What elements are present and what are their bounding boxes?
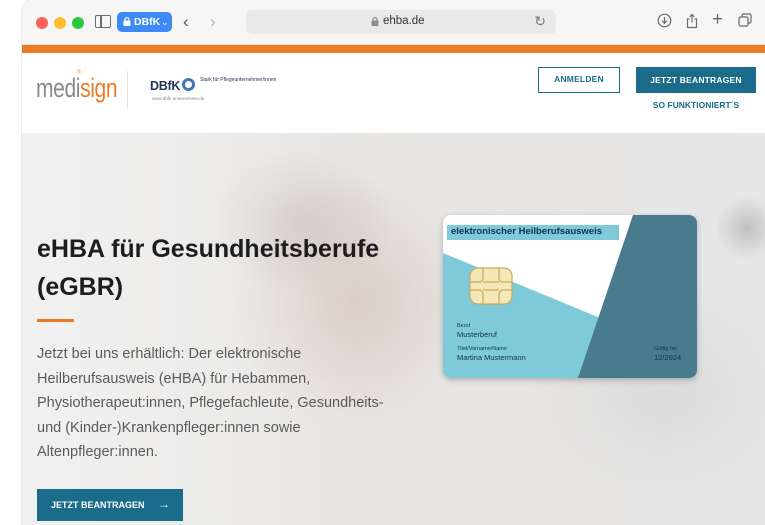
card-name-label: Titel/Vorname/Name [457, 346, 507, 352]
medisign-logo[interactable]: medisign ® [36, 70, 118, 103]
browser-window: DBfK ⌄ ‹ › ehba.de ↻ + medisign ® DBfK S… [22, 0, 765, 525]
ehba-card-image: elektronischer Heilberufsausweis Beruf M… [443, 215, 697, 378]
tab-group-label: DBfK [134, 16, 161, 28]
hero-apply-label: JETZT BEANTRAGEN [51, 500, 145, 510]
share-icon[interactable] [685, 13, 699, 32]
apply-now-button[interactable]: JETZT BEANTRAGEN [636, 67, 756, 93]
tab-group-button[interactable]: DBfK ⌄ [117, 12, 172, 32]
arrow-right-icon: → [158, 497, 170, 511]
zoom-window-button[interactable] [72, 17, 84, 29]
accent-bar [22, 45, 765, 53]
card-header-band: elektronischer Heilberufsausweis [447, 225, 619, 240]
logo-text-medi: medi [36, 73, 81, 103]
hero-apply-button[interactable]: JETZT BEANTRAGEN → [37, 489, 183, 521]
reload-icon[interactable]: ↻ [534, 13, 546, 30]
logo-registered-mark: ® [77, 70, 81, 76]
card-occupation-label: Beruf [457, 323, 471, 329]
dbfk-tagline: Stark für Pflegeunternehmer/innen [200, 77, 277, 83]
address-bar[interactable]: ehba.de ↻ [246, 10, 556, 34]
card-occupation-value: Musterberuf [457, 330, 498, 339]
tab-overview-icon[interactable] [738, 13, 752, 30]
hero-title-underline [37, 319, 74, 322]
dbfk-url: www.dbfk-unternehmer.de [152, 96, 205, 101]
minimize-window-button[interactable] [54, 17, 66, 29]
card-name-value: Martina Mustermann [457, 353, 526, 362]
hero-section: eHBA für Gesundheitsberufe (eGBR) Jetzt … [22, 133, 765, 525]
chevron-down-icon: ⌄ [161, 17, 169, 27]
url-text: ehba.de [383, 15, 425, 27]
card-header-text: elektronischer Heilberufsausweis [451, 226, 603, 237]
download-icon[interactable] [657, 13, 672, 31]
browser-toolbar: DBfK ⌄ ‹ › ehba.de ↻ + [22, 0, 765, 45]
logo-text-sign: sign [80, 73, 118, 103]
dbfk-ring-icon [182, 78, 195, 91]
card-valid-value: 12/2024 [654, 353, 682, 362]
new-tab-icon[interactable]: + [712, 10, 723, 29]
how-it-works-link[interactable]: SO FUNKTIONIERT´S [636, 100, 756, 110]
forward-arrow-icon[interactable]: › [210, 13, 216, 30]
card-valid-label: Gültig bis [654, 346, 677, 352]
hero-title: eHBA für Gesundheitsberufe (eGBR) [37, 235, 380, 301]
lock-icon [123, 17, 131, 26]
logo-divider [127, 71, 128, 109]
chip-icon [469, 267, 513, 305]
close-window-button[interactable] [36, 17, 48, 29]
lock-icon [371, 17, 379, 26]
dbfk-logo-name: DBfK [150, 79, 181, 93]
login-button[interactable]: ANMELDEN [538, 67, 620, 93]
back-arrow-icon[interactable]: ‹ [183, 13, 189, 30]
sidebar-toggle-icon[interactable] [95, 15, 111, 28]
hero-description: Jetzt bei uns erhältlich: Der elektronis… [37, 346, 384, 461]
site-header: medisign ® DBfK Stark für Pflegeunterneh… [22, 53, 765, 133]
